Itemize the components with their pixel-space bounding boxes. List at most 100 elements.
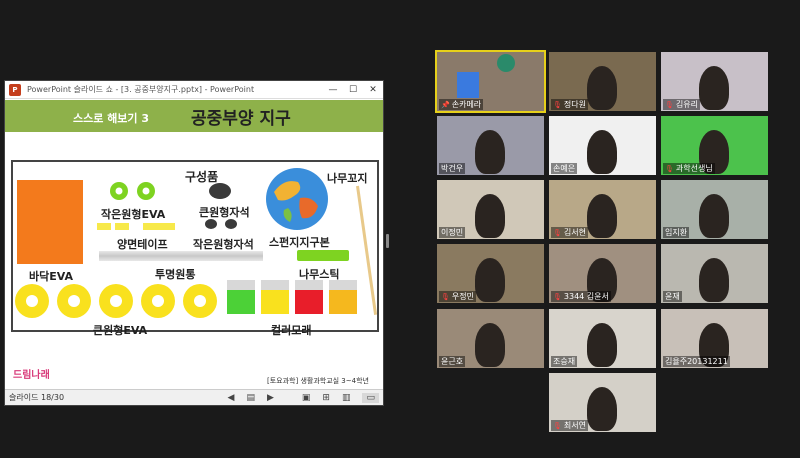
participant-tile[interactable]: 박건우 <box>437 116 544 175</box>
slideshow-statusbar: 슬라이드 18/30 ◀ ▤ ▶ ▣ ⊞ ▥ ▭ <box>5 389 383 405</box>
participant-tile[interactable]: 김율주20131211 <box>661 309 768 368</box>
participant-name: 🎙 정다원 <box>551 99 588 110</box>
slide-canvas[interactable]: 스스로 해보기 3 공중부양 지구 바닥EVA 구성품 작은원형EVA 양면테이… <box>5 100 383 390</box>
muted-mic-icon: 🎙 <box>553 229 562 237</box>
participant-tile[interactable]: 🎙 최서연 <box>549 373 656 432</box>
tape-pieces <box>97 221 181 231</box>
colored-sand-cups <box>227 280 357 314</box>
participant-tile[interactable]: 🎙 3344 김윤서 <box>549 244 656 303</box>
participant-video <box>587 194 617 238</box>
window-titlebar[interactable]: P PowerPoint 슬라이드 쇼 - [3. 공중부양지구.pptx] -… <box>5 81 383 99</box>
participant-video <box>587 387 617 431</box>
participant-name: 김율주20131211 <box>663 356 730 367</box>
muted-mic-icon: 🎙 <box>553 422 562 430</box>
participant-video <box>475 194 505 238</box>
brand-logo: 드림나래 <box>13 370 50 381</box>
maximize-button[interactable]: ☐ <box>343 85 363 95</box>
participant-name: 📌 손카메라 <box>439 99 484 110</box>
participant-name: 박건우 <box>439 163 466 174</box>
slide-menu-icon[interactable]: ▤ <box>246 393 255 403</box>
label-tape: 양면테이프 <box>117 238 168 251</box>
participant-name: 🎙 과학선생님 <box>663 163 715 174</box>
participant-name-text: 박건우 <box>441 164 464 173</box>
reading-view-icon[interactable]: ▥ <box>342 393 351 403</box>
label-big-magnet: 큰원형자석 <box>199 206 250 219</box>
normal-view-icon[interactable]: ▣ <box>302 393 311 403</box>
slide-counter: 슬라이드 18/30 <box>9 393 65 402</box>
slideshow-icon[interactable]: ▭ <box>362 392 379 403</box>
participant-name-text: 윤재 <box>665 292 680 301</box>
participant-tile[interactable]: 🎙 정다원 <box>549 52 656 111</box>
powerpoint-window[interactable]: P PowerPoint 슬라이드 쇼 - [3. 공중부양지구.pptx] -… <box>4 80 384 406</box>
participant-tile[interactable]: 🎙 김서현 <box>549 180 656 239</box>
small-eva-rings <box>110 182 155 200</box>
label-components: 구성품 <box>185 170 219 184</box>
participant-name-text: 손카메라 <box>451 100 482 109</box>
participant-name-text: 3344 김윤서 <box>563 292 609 301</box>
big-magnet <box>209 183 231 199</box>
participant-video <box>587 323 617 367</box>
participant-name-text: 과학선생님 <box>675 164 713 173</box>
participant-name: 손예은 <box>551 163 578 174</box>
muted-mic-icon: 🎙 <box>665 101 674 109</box>
participant-name-text: 임지환 <box>665 228 688 237</box>
participant-tile[interactable]: 윤재 <box>661 244 768 303</box>
participant-video <box>699 66 729 110</box>
muted-mic-icon: 🎙 <box>441 293 450 301</box>
participant-video <box>699 258 729 302</box>
next-icon[interactable]: ▶ <box>267 393 274 403</box>
split-handle[interactable] <box>386 234 389 248</box>
minimize-button[interactable]: — <box>323 85 343 95</box>
participant-name-text: 김율주20131211 <box>665 357 728 366</box>
participant-tile[interactable]: 📌 손카메라 <box>435 50 546 113</box>
participant-tile[interactable]: 윤근호 <box>437 309 544 368</box>
label-small-magnet: 작은원형자석 <box>193 238 254 251</box>
participant-video <box>587 130 617 174</box>
participant-tile[interactable]: 🎙 김유리 <box>661 52 768 111</box>
participant-video <box>699 194 729 238</box>
participant-video <box>587 66 617 110</box>
pin-icon: 📌 <box>441 101 450 109</box>
participant-tile[interactable]: 🎙 과학선생님 <box>661 116 768 175</box>
participant-name: 윤재 <box>663 291 682 302</box>
participant-name-text: 이정민 <box>441 228 464 237</box>
participant-name: 조승재 <box>551 356 578 367</box>
close-button[interactable]: ✕ <box>363 85 383 95</box>
floor-eva-sheet <box>17 180 83 264</box>
label-small-eva: 작은원형EVA <box>101 208 166 221</box>
powerpoint-logo-icon: P <box>9 83 21 96</box>
participant-name-text: 조승재 <box>553 357 576 366</box>
participant-tile[interactable]: 🎙 우정민 <box>437 244 544 303</box>
participant-name: 이정민 <box>439 227 466 238</box>
muted-mic-icon: 🎙 <box>553 101 562 109</box>
participant-name: 🎙 김유리 <box>663 99 700 110</box>
participant-name: 🎙 3344 김윤서 <box>551 291 611 302</box>
participant-name-text: 손예은 <box>553 164 576 173</box>
participant-tile[interactable]: 이정민 <box>437 180 544 239</box>
participant-tile[interactable]: 조승재 <box>549 309 656 368</box>
participant-name-text: 김서현 <box>563 228 586 237</box>
big-eva-rings <box>15 284 217 318</box>
participant-name-text: 윤근호 <box>441 357 464 366</box>
sorter-view-icon[interactable]: ⊞ <box>322 393 330 403</box>
globe-image <box>266 168 328 230</box>
participant-tile[interactable]: 손예은 <box>549 116 656 175</box>
participant-name-text: 정다원 <box>563 100 586 109</box>
participant-name: 🎙 우정민 <box>439 291 476 302</box>
small-magnets <box>205 219 245 231</box>
participant-name-text: 최서연 <box>563 421 586 430</box>
participant-name: 임지환 <box>663 227 690 238</box>
participant-tile[interactable]: 임지환 <box>661 180 768 239</box>
participant-video <box>475 258 505 302</box>
prev-icon[interactable]: ◀ <box>228 393 235 403</box>
blue-card <box>457 72 479 98</box>
slide-footer: [토요과학] 생활과학교실 3~4학년 <box>267 377 369 385</box>
participant-name: 🎙 최서연 <box>551 420 588 431</box>
wooden-stick <box>297 250 349 261</box>
participant-video <box>475 130 505 174</box>
banner-subtitle: 스스로 해보기 3 <box>73 112 150 125</box>
label-skewer: 나무꼬지 <box>327 172 368 185</box>
participant-name-text: 우정민 <box>451 292 474 301</box>
participant-name: 🎙 김서현 <box>551 227 588 238</box>
label-tube: 투명원통 <box>155 268 196 281</box>
